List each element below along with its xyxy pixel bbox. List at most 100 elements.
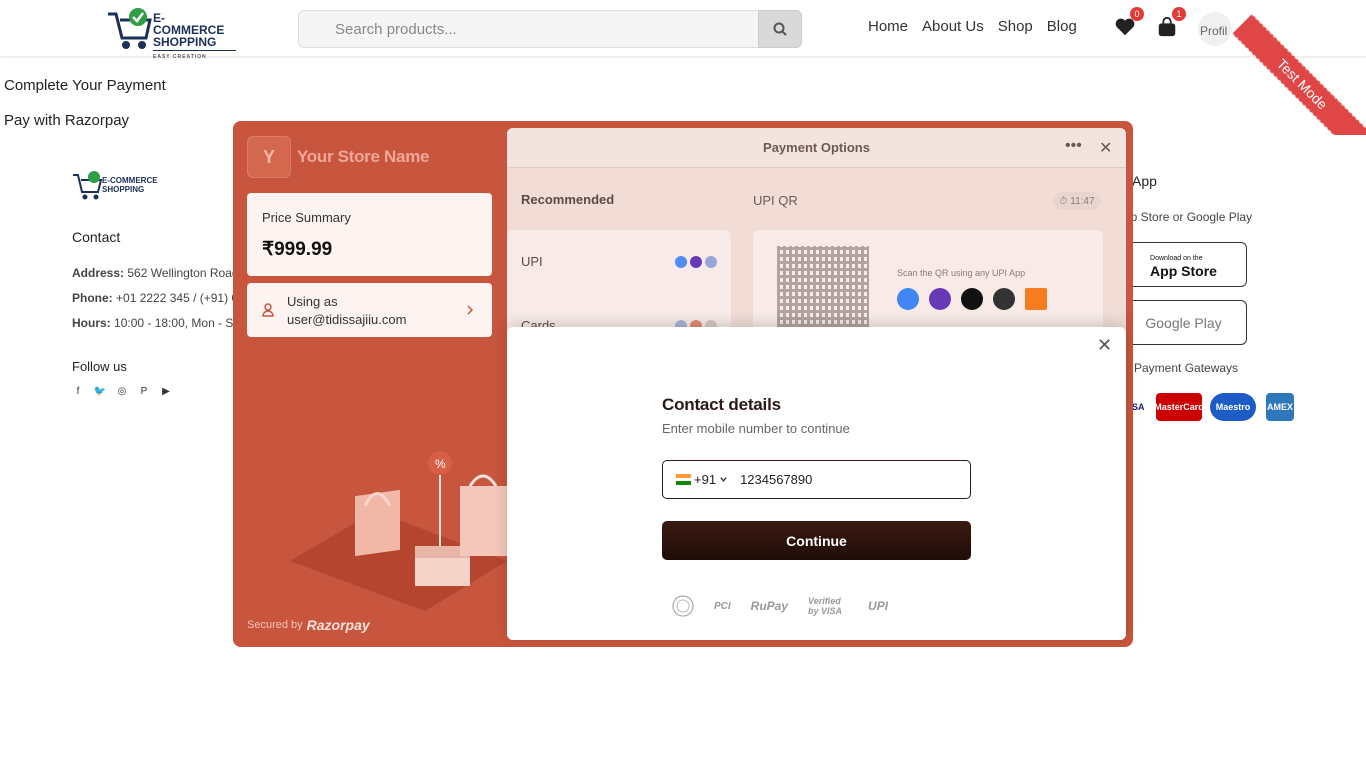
footer-logo-text: E-COMMERCE SHOPPING bbox=[102, 176, 158, 194]
facebook-icon[interactable]: f bbox=[72, 385, 84, 397]
footer-gateways: d Payment Gateways bbox=[1124, 361, 1239, 375]
footer-app-sub: op Store or Google Play bbox=[1124, 210, 1253, 224]
qr-hint: Scan the QR using any UPI App bbox=[897, 268, 1026, 278]
social-links: f 🐦 ◎ P ▶ bbox=[72, 385, 172, 397]
footer-contact-heading: Contact bbox=[72, 229, 121, 245]
cart-count: 1 bbox=[1172, 7, 1186, 21]
amazon-pay-icon bbox=[993, 288, 1015, 310]
payment-options-header: Payment Options ••• ✕ bbox=[507, 128, 1126, 168]
rupay-badge: RuPay bbox=[750, 599, 789, 613]
logo-title: E-COMMERCE bbox=[153, 11, 225, 37]
chevron-right-icon bbox=[467, 305, 474, 315]
youtube-icon[interactable]: ▶ bbox=[160, 385, 172, 397]
phone-field: +91 bbox=[662, 460, 971, 499]
logo-title-2: SHOPPING bbox=[153, 35, 217, 49]
price-value: ₹999.99 bbox=[262, 239, 333, 260]
checkout-sidebar: Y Your Store Name Price Summary ₹999.99 … bbox=[233, 121, 507, 647]
nav-home[interactable]: Home bbox=[868, 18, 908, 35]
secured-by: Secured by Razorpay bbox=[247, 617, 370, 633]
nav-about[interactable]: About Us bbox=[922, 18, 984, 35]
hours-value: 10:00 - 18:00, Mon - Sa bbox=[114, 316, 241, 330]
google-play-button[interactable]: Google Play bbox=[1120, 300, 1247, 345]
search-icon bbox=[773, 22, 787, 36]
app-store-button[interactable]: Download on the App Store bbox=[1120, 242, 1247, 287]
modal-close-icon[interactable]: ✕ bbox=[1097, 335, 1112, 356]
upi-qr-label: UPI QR bbox=[753, 193, 798, 208]
gpay-icon bbox=[675, 256, 687, 268]
upi-qr-box: Scan the QR using any UPI App bbox=[753, 230, 1103, 340]
contact-title: Contact details bbox=[662, 395, 781, 414]
paytm-icon bbox=[705, 256, 717, 268]
app-store-label: App Store bbox=[1150, 262, 1217, 279]
nav-blog[interactable]: Blog bbox=[1047, 18, 1077, 35]
india-flag-icon bbox=[676, 474, 691, 486]
checkout-close-icon[interactable]: ✕ bbox=[1099, 138, 1112, 158]
payment-options-title: Payment Options bbox=[763, 140, 870, 155]
main-nav: Home About Us Shop Blog bbox=[868, 18, 1091, 35]
search-input[interactable] bbox=[298, 10, 758, 48]
footer-app-heading: App bbox=[1132, 173, 1157, 189]
secured-by-label: Secured by bbox=[247, 619, 303, 631]
shopping-illustration: % bbox=[290, 451, 507, 611]
search-bar bbox=[298, 10, 802, 48]
qr-timer: ⏱ 11:47 bbox=[1053, 192, 1101, 210]
google-play-label: Google Play bbox=[1145, 314, 1222, 331]
pci-badge: PCI bbox=[714, 600, 731, 612]
country-code: +91 bbox=[694, 472, 717, 487]
instagram-icon[interactable]: ◎ bbox=[116, 385, 128, 397]
footer-phone: Phone: +01 2222 345 / (+91) 0 bbox=[72, 291, 238, 305]
phone-value: +01 2222 345 / (+91) 0 bbox=[116, 291, 239, 305]
user-email: user@tidissajiiu.com bbox=[287, 312, 407, 327]
wishlist-button[interactable]: 0 bbox=[1114, 7, 1144, 38]
user-account-card[interactable]: Using as user@tidissajiiu.com bbox=[247, 283, 492, 337]
contact-details-modal: ✕ Contact details Enter mobile number to… bbox=[507, 327, 1126, 640]
site-logo[interactable]: E-COMMERCE SHOPPING EASY CREATION bbox=[106, 6, 236, 60]
more-options-icon[interactable]: ••• bbox=[1065, 137, 1082, 155]
timer-value: 11:47 bbox=[1070, 195, 1095, 207]
method-upi[interactable]: UPI bbox=[521, 254, 543, 269]
search-button[interactable] bbox=[758, 10, 802, 48]
user-info: Using as user@tidissajiiu.com bbox=[287, 293, 406, 329]
address-label: Address: bbox=[72, 266, 125, 280]
cred-icon bbox=[961, 288, 983, 310]
user-icon bbox=[262, 303, 274, 317]
hours-label: Hours: bbox=[72, 316, 111, 330]
continue-button[interactable]: Continue bbox=[662, 521, 971, 560]
phonepe-icon bbox=[690, 256, 702, 268]
verified-visa-badge: Verified by VISA bbox=[808, 596, 843, 616]
cart-button[interactable]: 1 bbox=[1156, 7, 1186, 38]
mobile-number-input[interactable] bbox=[740, 472, 941, 487]
wishlist-count: 0 bbox=[1130, 7, 1144, 21]
razorpay-brand: Razorpay bbox=[306, 617, 370, 633]
upi-badge: UPI bbox=[868, 599, 889, 613]
maestro-logo: Maestro bbox=[1210, 393, 1256, 421]
bhim-icon bbox=[1025, 288, 1047, 310]
price-summary-label: Price Summary bbox=[262, 210, 351, 225]
pinterest-icon[interactable]: P bbox=[138, 385, 150, 397]
mastercard-logo: MasterCard bbox=[1154, 393, 1204, 421]
country-code-selector[interactable]: +91 bbox=[663, 472, 728, 487]
phonepe-app-icon bbox=[929, 288, 951, 310]
nav-shop[interactable]: Shop bbox=[998, 18, 1033, 35]
logo-tagline: EASY CREATION bbox=[153, 50, 236, 63]
page-heading: Complete Your Payment bbox=[4, 77, 166, 94]
site-header: E-COMMERCE SHOPPING EASY CREATION Home A… bbox=[0, 0, 1366, 60]
phone-label: Phone: bbox=[72, 291, 113, 305]
profile-avatar[interactable]: Profil bbox=[1198, 12, 1232, 46]
twitter-icon[interactable]: 🐦 bbox=[94, 385, 106, 397]
footer-hours: Hours: 10:00 - 18:00, Mon - Sa bbox=[72, 316, 240, 330]
google-pay-icon bbox=[897, 288, 919, 310]
price-summary-card: Price Summary ₹999.99 bbox=[247, 193, 492, 276]
clock-icon: ⏱ bbox=[1059, 195, 1068, 207]
amex-logo: AMEX bbox=[1266, 393, 1294, 421]
qr-upi-apps bbox=[897, 288, 1047, 310]
payment-methods-list: UPI Cards bbox=[507, 230, 731, 340]
store-initial-avatar: Y bbox=[247, 136, 291, 178]
rbi-seal-icon bbox=[672, 595, 694, 617]
qr-code bbox=[771, 240, 875, 340]
using-as-label: Using as bbox=[287, 294, 338, 309]
store-name: Your Store Name bbox=[297, 147, 430, 166]
chevron-down-icon bbox=[720, 477, 727, 482]
recommended-label: Recommended bbox=[521, 192, 615, 207]
footer-follow-heading: Follow us bbox=[72, 359, 127, 374]
